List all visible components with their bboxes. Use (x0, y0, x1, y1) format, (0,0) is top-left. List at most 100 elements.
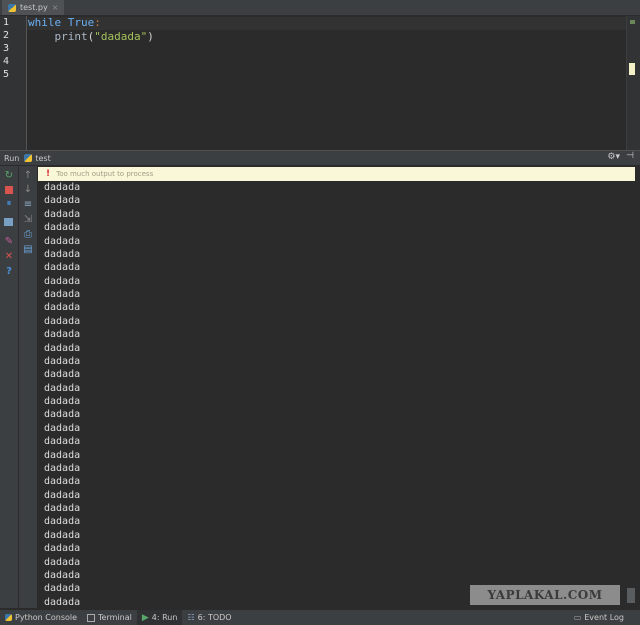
event-log-icon: ▭ (573, 613, 582, 622)
arrow-down-icon[interactable]: ↓ (23, 185, 33, 195)
trash-icon[interactable]: ▤ (23, 245, 33, 255)
event-log-button[interactable]: ▭ Event Log (574, 610, 624, 625)
todo-icon: ☷ (187, 613, 195, 622)
line-number: 4 (3, 56, 10, 67)
output-line: dadada (44, 476, 81, 488)
run-config-name[interactable]: test (35, 154, 50, 163)
output-line: dadada (44, 355, 81, 367)
output-line: dadada (44, 315, 81, 327)
minimize-icon[interactable]: ⊣ (626, 151, 634, 161)
output-line: dadada (44, 516, 81, 528)
output-line: dadada (44, 248, 81, 260)
keyword-while: while (28, 16, 62, 29)
close-icon[interactable]: × (52, 3, 59, 12)
tab-terminal[interactable]: Terminal (82, 610, 137, 625)
output-line: dadada (44, 195, 81, 207)
code-line-2: print("dadada") (28, 30, 154, 43)
scroll-to-end-icon[interactable]: ⇲ (23, 215, 33, 225)
output-line: dadada (44, 302, 81, 314)
output-line: dadada (44, 262, 81, 274)
gear-icon[interactable]: ⚙▾ (607, 152, 620, 162)
tab-python-console[interactable]: Python Console (0, 610, 82, 625)
stop-icon[interactable] (4, 185, 14, 195)
warning-text: Too much output to process (56, 170, 154, 178)
output-line: dadada (44, 396, 81, 407)
output-line: dadada (44, 462, 81, 474)
python-file-icon (8, 3, 16, 12)
output-line: dadada (44, 436, 81, 448)
python-run-config-icon (24, 154, 33, 162)
run-toolbar-primary: ↻ ⏸ ✎ ✕ ? (0, 166, 19, 608)
pin-icon[interactable]: ✎ (4, 237, 14, 247)
scroll-marker[interactable] (629, 63, 635, 75)
output-line: dadada (44, 208, 81, 220)
soft-wrap-icon[interactable]: ≡ (23, 200, 33, 210)
output-line: dadada (44, 556, 81, 568)
output-line: dadada (44, 449, 81, 461)
warning-icon: ! (46, 169, 51, 179)
run-label: Run (4, 153, 20, 163)
arrow-up-icon[interactable]: ↑ (23, 171, 33, 181)
output-warning-banner: ! Too much output to process (38, 167, 635, 181)
close-icon[interactable]: ✕ (4, 252, 14, 262)
ok-marker[interactable] (630, 20, 635, 24)
output-line: dadada (44, 596, 81, 608)
layout-icon[interactable] (4, 217, 14, 227)
paren-close: ) (147, 30, 154, 43)
run-console[interactable]: ! Too much output to process dadada dadad… (38, 166, 640, 608)
watermark: YAPLAKAL.COM (470, 585, 620, 605)
tab-label: test.py (20, 3, 48, 12)
output-line: dadada (44, 543, 81, 555)
line-number: 2 (3, 30, 10, 41)
event-log-label: Event Log (584, 613, 624, 622)
console-output: dadada dadada dadada dadada dadada dadada dada… (44, 181, 80, 608)
run-tool-window-header: Run test ⚙▾ ⊣ (0, 150, 640, 166)
rerun-icon[interactable]: ↻ (4, 171, 14, 181)
output-line: dadada (44, 409, 81, 421)
terminal-label: Terminal (98, 613, 132, 622)
python-icon (5, 614, 12, 621)
run-icon: ▶ (141, 612, 149, 623)
python-console-label: Python Console (15, 613, 78, 622)
output-line: dadada (44, 235, 81, 247)
output-line: dadada (44, 182, 81, 193)
editor-scrollbar[interactable] (626, 16, 640, 150)
colon: : (94, 16, 101, 29)
tab-todo[interactable]: ☷ 6: TODO (182, 610, 236, 625)
code-line-1: while True: (28, 16, 101, 29)
line-number: 1 (3, 17, 10, 28)
output-line: dadada (44, 382, 81, 394)
output-line: dadada (44, 275, 81, 287)
output-line: dadada (44, 329, 81, 341)
tab-run[interactable]: ▶ 4: Run (136, 610, 183, 625)
output-line: dadada (44, 422, 81, 434)
editor-tab-bar: test.py × (0, 0, 640, 16)
output-line: dadada (44, 569, 81, 581)
print-icon[interactable]: ⎙ (23, 230, 33, 240)
output-line: dadada (44, 489, 81, 501)
string-literal: "dadada" (94, 30, 148, 43)
line-number: 5 (3, 69, 10, 80)
output-line: dadada (44, 503, 81, 514)
const-true: True (67, 16, 95, 29)
code-editor[interactable]: 1 2 3 4 5 while True: print("dadada") (0, 16, 640, 150)
output-line: dadada (44, 342, 81, 354)
terminal-icon (87, 613, 96, 622)
output-line: dadada (44, 369, 81, 381)
current-line-highlight (27, 17, 627, 30)
run-tab-label: 4: Run (151, 613, 178, 622)
output-line: dadada (44, 289, 81, 300)
pause-icon[interactable]: ⏸ (4, 199, 14, 209)
todo-tab-label: 6: TODO (197, 613, 232, 622)
tab-test-py[interactable]: test.py × (2, 0, 65, 15)
func-print: print (54, 30, 88, 43)
run-toolbar-secondary: ↑ ↓ ≡ ⇲ ⎙ ▤ (19, 166, 38, 608)
output-line: dadada (44, 583, 81, 595)
line-number-gutter: 1 2 3 4 5 (0, 16, 27, 150)
output-line: dadada (44, 222, 81, 234)
console-scrollbar-thumb[interactable] (627, 588, 635, 603)
bottom-tool-bar: Python Console Terminal ▶ 4: Run ☷ 6: TO… (0, 609, 640, 625)
help-icon[interactable]: ? (4, 267, 14, 277)
output-line: dadada (44, 529, 81, 541)
